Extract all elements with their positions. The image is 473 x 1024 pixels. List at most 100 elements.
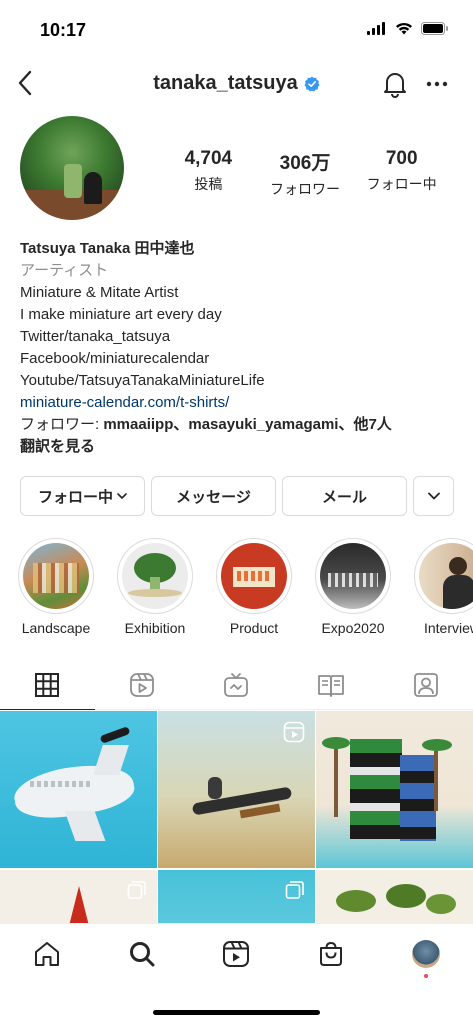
username: tanaka_tatsuya	[153, 72, 298, 94]
carousel-icon	[127, 881, 146, 899]
followed-by-prefix: フォロワー:	[20, 416, 104, 433]
highlight-ring	[216, 538, 292, 614]
carousel-icon	[285, 881, 304, 899]
profile-tabs	[0, 660, 473, 710]
stat-value: 306万	[279, 153, 331, 174]
bio-line: Youtube/TatsuyaTanakaMiniatureLife	[20, 372, 265, 389]
grid-icon	[35, 672, 60, 697]
signal-icon	[367, 22, 385, 35]
profile-avatar[interactable]	[20, 116, 124, 220]
tab-tagged[interactable]	[378, 660, 473, 709]
more-icon	[426, 81, 448, 87]
guide-icon	[318, 674, 344, 697]
post-thumbnail[interactable]	[158, 870, 315, 923]
mail-button[interactable]: メール	[282, 476, 407, 516]
story-highlights: Landscape Exhibition Product Expo2020 In…	[0, 538, 473, 646]
highlight-item[interactable]: Interview	[414, 538, 473, 636]
broccoli-thumb	[122, 543, 188, 609]
following-button[interactable]: フォロー中	[20, 476, 145, 516]
highlight-item[interactable]: Product	[216, 538, 292, 636]
nav-reels[interactable]	[189, 940, 284, 968]
chevron-down-icon	[427, 492, 440, 500]
stat-value: 700	[385, 148, 418, 169]
nav-shop[interactable]	[284, 940, 379, 968]
highlight-label: Exhibition	[124, 620, 186, 636]
profile-actions: フォロー中 メッセージ メール	[20, 476, 454, 516]
bio-link[interactable]: miniature-calendar.com/t-shirts/	[20, 392, 460, 414]
stat-followers[interactable]: 306万 フォロワー	[257, 148, 354, 199]
profile-name: Tatsuya Tanaka 田中達也	[20, 240, 195, 257]
stat-following[interactable]: 700 フォロー中	[353, 148, 450, 199]
highlight-ring	[18, 538, 94, 614]
tab-guides[interactable]	[284, 660, 379, 709]
bio-line: Twitter/tanaka_tatsuya	[20, 328, 171, 345]
post-grid	[0, 711, 473, 923]
highlight-ring	[117, 538, 193, 614]
landscape-thumb	[23, 543, 89, 609]
post-thumbnail[interactable]	[0, 711, 157, 868]
profile-category: アーティスト	[20, 262, 109, 279]
tv-icon	[224, 672, 249, 697]
highlight-item[interactable]: Expo2020	[315, 538, 391, 636]
post-thumbnail[interactable]	[158, 711, 315, 868]
notification-button[interactable]	[381, 70, 409, 98]
avatar-trunk	[64, 164, 82, 198]
post-thumbnail[interactable]	[0, 870, 157, 923]
suggested-users-button[interactable]	[413, 476, 454, 516]
chevron-down-icon	[117, 493, 127, 499]
interview-thumb	[419, 543, 473, 609]
profile-avatar-small	[411, 940, 440, 968]
status-icons	[367, 22, 449, 35]
bio-line: I make miniature art every day	[20, 306, 222, 323]
shop-icon	[320, 941, 343, 966]
post-thumbnail[interactable]	[316, 711, 473, 868]
highlight-label: Landscape	[21, 620, 91, 636]
avatar-person	[84, 172, 102, 204]
translate-link[interactable]: 翻訳を見る	[20, 436, 460, 458]
profile-stats: 4,704 投稿 306万 フォロワー 700 フォロー中	[160, 148, 450, 199]
following-label: フォロー中	[37, 488, 113, 506]
highlight-label: Product	[229, 620, 279, 636]
reels-icon	[223, 941, 250, 967]
bottom-navigation	[0, 923, 473, 1024]
status-bar: 10:17	[0, 0, 473, 58]
tab-grid[interactable]	[0, 660, 95, 710]
highlight-label: Expo2020	[321, 620, 385, 636]
verified-badge-icon	[304, 76, 320, 91]
stat-label: 投稿	[194, 176, 223, 192]
reel-indicator-icon	[283, 721, 305, 743]
stat-value: 4,704	[184, 148, 233, 169]
stat-label: フォロワー	[270, 181, 340, 197]
more-options-button[interactable]	[423, 72, 451, 96]
home-icon	[35, 942, 60, 966]
highlight-item[interactable]: Landscape	[18, 538, 94, 636]
product-thumb	[221, 543, 287, 609]
reels-icon	[129, 672, 154, 697]
bio-line: Facebook/miniaturecalendar	[20, 350, 210, 367]
tab-igtv[interactable]	[189, 660, 284, 709]
highlight-item[interactable]: Exhibition	[117, 538, 193, 636]
expo-thumb	[320, 543, 386, 609]
home-indicator	[153, 1010, 320, 1015]
nav-profile[interactable]	[378, 940, 473, 968]
profile-bio: Tatsuya Tanaka 田中達也 アーティスト Miniature & M…	[20, 238, 460, 458]
nav-home[interactable]	[0, 940, 95, 968]
stat-label: フォロー中	[366, 176, 437, 192]
stat-posts[interactable]: 4,704 投稿	[160, 148, 257, 199]
followed-by[interactable]: フォロワー: mmaaiipp、masayuki_yamagami、他7人	[20, 414, 460, 436]
post-thumbnail[interactable]	[316, 870, 473, 923]
highlight-ring	[414, 538, 473, 614]
bio-line: Miniature & Mitate Artist	[20, 284, 179, 301]
wifi-icon	[396, 22, 412, 35]
profile-header: tanaka_tatsuya	[0, 58, 473, 110]
status-time: 10:17	[40, 20, 87, 40]
search-icon	[129, 942, 155, 967]
battery-icon	[421, 22, 448, 35]
bell-icon	[384, 73, 406, 98]
followed-by-names: mmaaiipp、masayuki_yamagami、他7人	[103, 416, 392, 433]
notification-dot	[424, 974, 428, 978]
highlight-ring	[315, 538, 391, 614]
tab-reels[interactable]	[95, 660, 190, 709]
nav-search[interactable]	[95, 940, 190, 968]
message-button[interactable]: メッセージ	[151, 476, 276, 516]
